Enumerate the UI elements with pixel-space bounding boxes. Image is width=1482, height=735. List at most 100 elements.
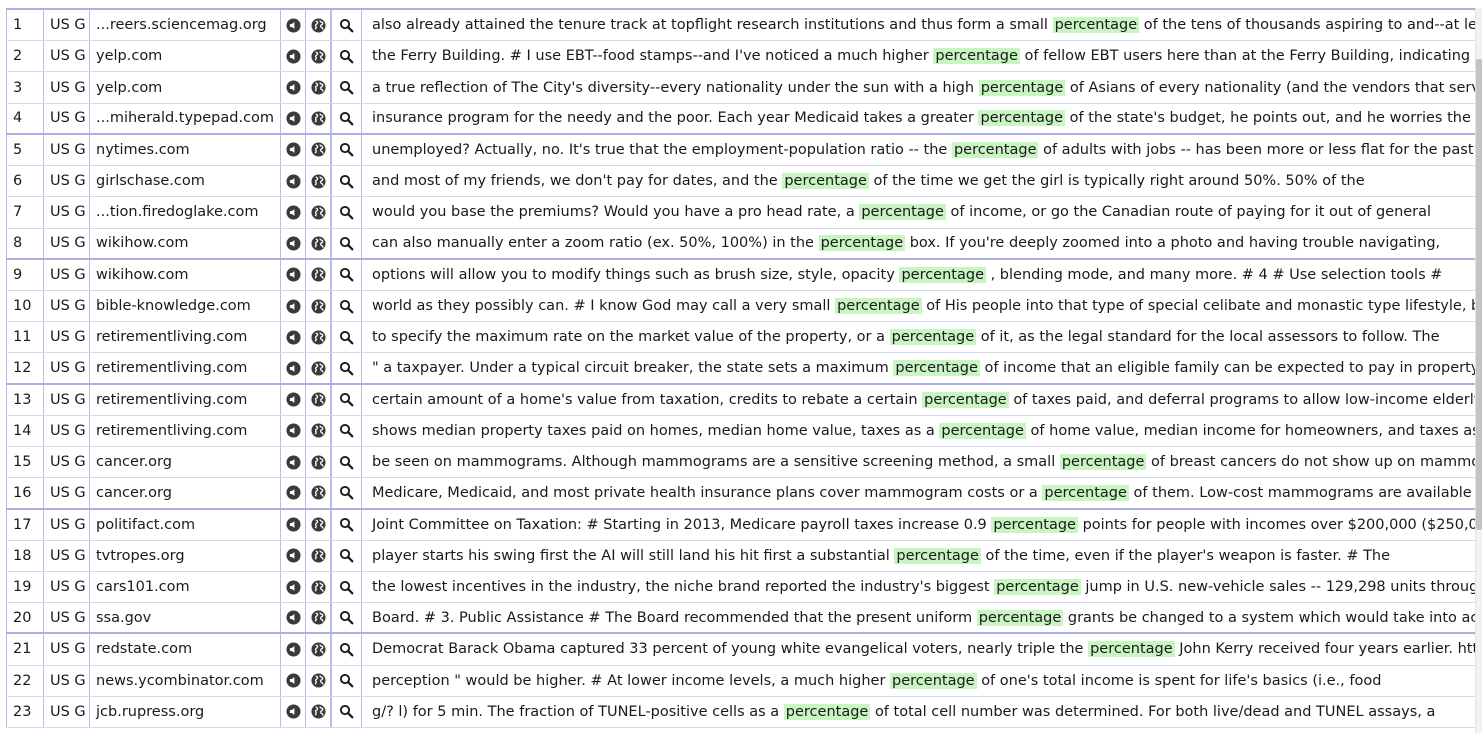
globe-icon[interactable]: [310, 267, 326, 282]
speaker-icon[interactable]: [285, 267, 301, 282]
keyword-highlight[interactable]: percentage: [899, 266, 986, 283]
source-link[interactable]: yelp.com: [89, 72, 280, 103]
source-link[interactable]: cancer.org: [89, 447, 280, 478]
keyword-highlight[interactable]: percentage: [939, 422, 1026, 439]
search-icon[interactable]: [339, 18, 354, 33]
keyword-highlight[interactable]: percentage: [922, 391, 1009, 408]
keyword-highlight[interactable]: percentage: [894, 547, 981, 564]
keyword-highlight[interactable]: percentage: [893, 360, 980, 377]
search-icon[interactable]: [339, 111, 354, 126]
speaker-icon[interactable]: [285, 205, 301, 220]
search-icon[interactable]: [339, 704, 354, 719]
scrollbar-thumb[interactable]: [1476, 58, 1482, 530]
source-link[interactable]: ...tion.firedoglake.com: [89, 197, 280, 228]
speaker-icon[interactable]: [285, 673, 301, 688]
search-icon[interactable]: [339, 80, 354, 95]
globe-icon[interactable]: [310, 485, 326, 500]
search-icon[interactable]: [339, 392, 354, 407]
speaker-icon[interactable]: [285, 485, 301, 500]
keyword-highlight[interactable]: percentage: [890, 672, 977, 689]
source-link[interactable]: nytimes.com: [89, 134, 280, 166]
globe-icon[interactable]: [310, 423, 326, 438]
search-icon[interactable]: [339, 236, 354, 251]
speaker-icon[interactable]: [285, 392, 301, 407]
search-icon[interactable]: [339, 455, 354, 470]
source-link[interactable]: politifact.com: [89, 509, 280, 540]
speaker-icon[interactable]: [285, 360, 301, 376]
globe-icon[interactable]: [310, 642, 326, 657]
source-link[interactable]: ssa.gov: [89, 603, 280, 633]
speaker-icon[interactable]: [285, 299, 301, 314]
search-icon[interactable]: [339, 548, 354, 563]
search-icon[interactable]: [339, 610, 354, 625]
globe-icon[interactable]: [310, 80, 326, 95]
speaker-icon[interactable]: [285, 236, 301, 251]
source-link[interactable]: ...reers.sciencemag.org: [89, 10, 280, 41]
keyword-highlight[interactable]: percentage: [818, 235, 906, 252]
keyword-highlight[interactable]: percentage: [1059, 454, 1147, 471]
keyword-highlight[interactable]: percentage: [889, 329, 977, 346]
search-icon[interactable]: [339, 205, 354, 220]
globe-icon[interactable]: [310, 455, 326, 470]
search-icon[interactable]: [339, 267, 354, 282]
search-icon[interactable]: [339, 142, 354, 157]
source-link[interactable]: tvtropes.org: [89, 540, 280, 571]
source-link[interactable]: retirementliving.com: [89, 322, 280, 353]
search-icon[interactable]: [339, 174, 354, 189]
keyword-highlight[interactable]: percentage: [783, 703, 871, 720]
speaker-icon[interactable]: [285, 423, 301, 438]
keyword-highlight[interactable]: percentage: [951, 141, 1039, 158]
source-link[interactable]: ...miherald.typepad.com: [89, 103, 280, 133]
keyword-highlight[interactable]: percentage: [976, 609, 1064, 626]
search-icon[interactable]: [339, 49, 354, 64]
speaker-icon[interactable]: [285, 18, 301, 33]
search-icon[interactable]: [339, 642, 354, 657]
search-icon[interactable]: [339, 673, 354, 688]
source-link[interactable]: wikihow.com: [89, 228, 280, 258]
globe-icon[interactable]: [310, 111, 326, 126]
speaker-icon[interactable]: [285, 704, 301, 719]
source-link[interactable]: bible-knowledge.com: [89, 290, 280, 322]
keyword-highlight[interactable]: percentage: [991, 516, 1078, 533]
source-link[interactable]: news.ycombinator.com: [89, 665, 280, 696]
globe-icon[interactable]: [310, 299, 326, 314]
speaker-icon[interactable]: [285, 142, 301, 158]
globe-icon[interactable]: [310, 548, 326, 563]
speaker-icon[interactable]: [285, 49, 301, 64]
globe-icon[interactable]: [310, 18, 326, 33]
search-icon[interactable]: [339, 361, 354, 376]
source-link[interactable]: wikihow.com: [89, 259, 280, 290]
source-link[interactable]: retirementliving.com: [89, 415, 280, 447]
globe-icon[interactable]: [310, 49, 326, 64]
speaker-icon[interactable]: [285, 330, 301, 345]
source-link[interactable]: girlschase.com: [89, 166, 280, 197]
keyword-highlight[interactable]: percentage: [1042, 484, 1129, 501]
source-link[interactable]: retirementliving.com: [89, 384, 280, 415]
globe-icon[interactable]: [310, 142, 326, 158]
speaker-icon[interactable]: [285, 174, 301, 189]
keyword-highlight[interactable]: percentage: [978, 79, 1066, 96]
keyword-highlight[interactable]: percentage: [933, 48, 1020, 65]
keyword-highlight[interactable]: percentage: [1052, 17, 1140, 34]
speaker-icon[interactable]: [285, 580, 301, 595]
globe-icon[interactable]: [310, 330, 326, 345]
globe-icon[interactable]: [310, 673, 326, 688]
search-icon[interactable]: [339, 299, 354, 314]
globe-icon[interactable]: [310, 580, 326, 595]
speaker-icon[interactable]: [285, 548, 301, 563]
source-link[interactable]: yelp.com: [89, 41, 280, 72]
source-link[interactable]: cancer.org: [89, 478, 280, 508]
speaker-icon[interactable]: [285, 517, 301, 532]
globe-icon[interactable]: [310, 205, 326, 220]
search-icon[interactable]: [339, 485, 354, 500]
speaker-icon[interactable]: [285, 111, 301, 126]
globe-icon[interactable]: [310, 704, 326, 719]
keyword-highlight[interactable]: percentage: [859, 204, 946, 221]
keyword-highlight[interactable]: percentage: [835, 298, 922, 315]
search-icon[interactable]: [339, 517, 354, 532]
keyword-highlight[interactable]: percentage: [978, 110, 1066, 127]
vertical-scrollbar[interactable]: [1475, 8, 1482, 733]
globe-icon[interactable]: [310, 517, 326, 532]
speaker-icon[interactable]: [285, 80, 301, 95]
globe-icon[interactable]: [310, 174, 326, 189]
